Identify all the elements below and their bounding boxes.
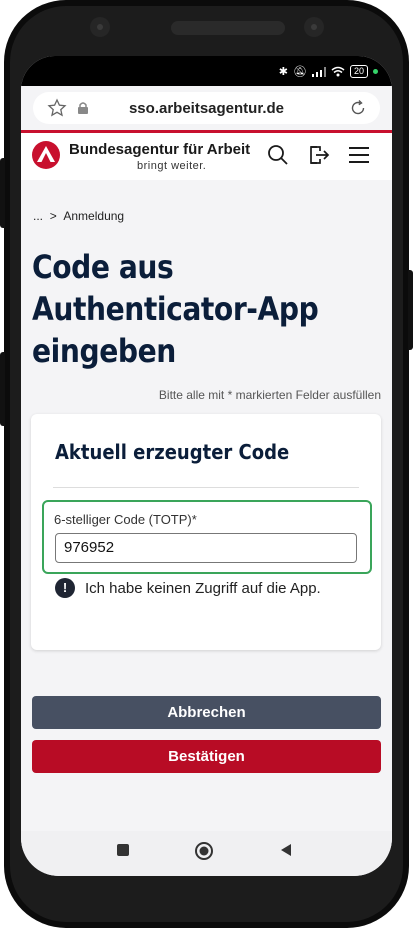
no-access-text[interactable]: Ich habe keinen Zugriff auf die App. xyxy=(85,580,321,597)
signal-icon xyxy=(311,66,326,77)
front-camera xyxy=(90,17,110,37)
search-icon[interactable] xyxy=(267,144,289,166)
totp-field-group: 6-stelliger Code (TOTP)* 976952 xyxy=(42,500,372,574)
brand-tagline: bringt weiter. xyxy=(137,160,207,172)
card-divider xyxy=(53,487,359,488)
cancel-button[interactable]: Abbrechen xyxy=(32,696,381,729)
android-nav-bar xyxy=(21,831,392,876)
breadcrumb-separator: > xyxy=(49,209,57,223)
totp-field-label: 6-stelliger Code (TOTP)* xyxy=(54,512,197,527)
breadcrumb-ellipsis[interactable]: ... xyxy=(33,209,43,223)
sensor xyxy=(304,17,324,37)
no-access-link[interactable]: ! Ich habe keinen Zugriff auf die App. xyxy=(55,578,321,598)
recents-icon[interactable] xyxy=(116,843,130,857)
breadcrumb: ... > Anmeldung xyxy=(33,209,124,223)
totp-code-input[interactable]: 976952 xyxy=(55,533,357,563)
menu-icon[interactable] xyxy=(348,144,370,166)
status-bar: ✱ 🔕︎ 20 xyxy=(21,56,392,86)
address-bar[interactable]: sso.arbeitsagentur.de xyxy=(33,92,380,124)
battery-indicator: 20 xyxy=(349,65,368,78)
browser-toolbar: sso.arbeitsagentur.de xyxy=(21,86,392,130)
info-icon: ! xyxy=(55,578,75,598)
home-icon[interactable] xyxy=(194,841,214,861)
bluetooth-icon: ✱ xyxy=(278,66,289,78)
url-text[interactable]: sso.arbeitsagentur.de xyxy=(33,100,380,117)
privacy-dot xyxy=(373,69,378,74)
volume-up-button xyxy=(0,158,5,228)
speaker-grille xyxy=(171,21,285,35)
required-fields-note: Bitte alle mit * markierten Felder ausfü… xyxy=(158,388,381,402)
code-card: Aktuell erzeugter Code 6-stelliger Code … xyxy=(31,414,381,650)
brand-name: Bundesagentur für Arbeit xyxy=(69,141,251,158)
breadcrumb-current: Anmeldung xyxy=(63,209,125,223)
mute-icon: 🔕︎ xyxy=(293,66,307,78)
wifi-icon xyxy=(331,66,345,77)
ba-logo[interactable] xyxy=(32,141,60,169)
confirm-button[interactable]: Bestätigen xyxy=(32,740,381,773)
screen: ✱ 🔕︎ 20 sso.arbeitsagentur.de Bundesagen… xyxy=(21,56,392,876)
page-title: Code aus Authenticator-App eingeben xyxy=(32,248,319,370)
reload-icon[interactable] xyxy=(348,98,368,118)
card-title: Aktuell erzeugter Code xyxy=(55,440,290,464)
power-button xyxy=(408,270,413,350)
site-header: Bundesagentur für Arbeit bringt weiter. xyxy=(21,133,392,180)
volume-down-button xyxy=(0,352,5,426)
logout-icon[interactable] xyxy=(308,144,330,166)
back-icon[interactable] xyxy=(279,843,293,857)
